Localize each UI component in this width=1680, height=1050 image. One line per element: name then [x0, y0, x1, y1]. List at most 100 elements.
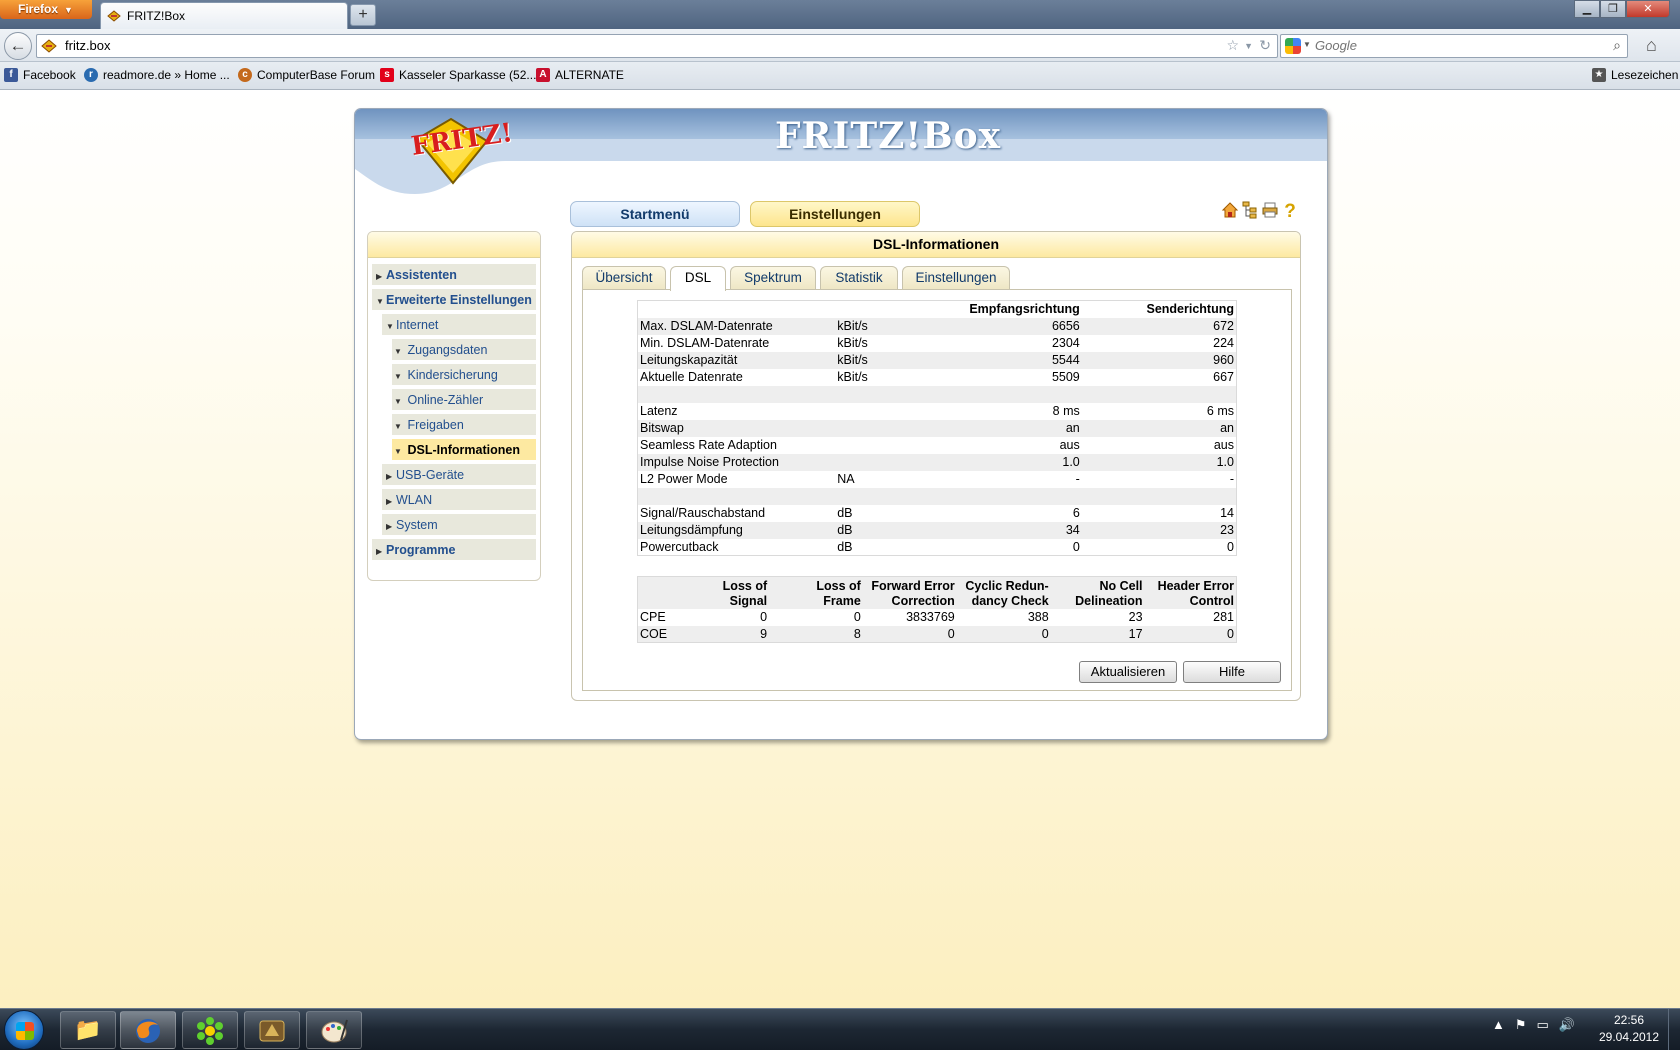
sidebar-header — [368, 232, 540, 258]
tab-statistik[interactable]: Statistik — [820, 266, 898, 290]
firefox-menu-button[interactable]: Firefox ▼ — [0, 0, 92, 19]
dsl-errors-table: Loss of Signal Loss of Frame Forward Error Co… — [637, 576, 1237, 643]
sidebar-item-erweiterte-einstellungen[interactable]: ▼ Erweiterte Einstellungen — [372, 289, 536, 312]
reload-icon[interactable]: ↻ — [1259, 37, 1271, 54]
sidebar-item-label: Kindersicherung — [407, 368, 498, 382]
sidebar-item-internet[interactable]: ▼ Internet — [382, 314, 536, 337]
tab-dsl[interactable]: DSL — [670, 266, 726, 291]
search-magnifier-icon[interactable]: ⌕ — [1613, 37, 1621, 54]
table-header-row: Empfangsrichtung Senderichtung — [638, 301, 1237, 318]
sidebar-item-online-zaehler[interactable]: ▼ Online-Zähler — [392, 389, 536, 412]
table-cell: 5544 — [944, 351, 1082, 369]
dsl-content: Empfangsrichtung Senderichtung Max. DSLA… — [582, 289, 1292, 654]
bookmark-star-icon[interactable]: ☆ — [1226, 37, 1239, 54]
table-row: Seamless Rate Adaption aus aus — [638, 437, 1237, 454]
bookmark-computerbase[interactable]: c ComputerBase Forum — [238, 68, 375, 82]
help-question-icon[interactable]: ? — [1281, 201, 1299, 223]
readmore-icon: r — [84, 68, 98, 82]
help-button[interactable]: Hilfe — [1183, 661, 1281, 683]
sitemap-icon[interactable] — [1241, 201, 1259, 223]
panel-footer: Aktualisieren Hilfe — [582, 653, 1292, 691]
table-cell: Max. DSLAM-Datenrate — [637, 317, 836, 335]
bookmark-facebook[interactable]: f Facebook — [4, 68, 76, 82]
history-dropdown-icon[interactable]: ▼ — [1244, 41, 1253, 51]
header-line: Control — [1189, 593, 1234, 608]
triangle-down-icon: ▼ — [376, 297, 384, 306]
tab-spektrum[interactable]: Spektrum — [730, 266, 816, 290]
sidebar-item-kindersicherung[interactable]: ▼ Kindersicherung — [392, 364, 536, 387]
sidebar-item-assistenten[interactable]: ▶ Assistenten — [372, 264, 536, 287]
table-cell: kBit/s — [837, 370, 868, 384]
table-cell: Impulse Noise Protection — [637, 453, 836, 471]
sidebar-item-usb-geraete[interactable]: ▶ USB-Geräte — [382, 464, 536, 487]
sidebar-item-dsl-informationen[interactable]: ▼ DSL-Informationen — [392, 439, 536, 462]
sidebar-item-system[interactable]: ▶ System — [382, 514, 536, 537]
search-bar[interactable]: ▼ ⌕ — [1280, 34, 1628, 58]
table-header-row: Loss of Signal Loss of Frame Forward Error Co… — [637, 576, 1237, 609]
header-line: Loss of — [722, 578, 768, 593]
clock[interactable]: 22:56 29.04.2012 — [1596, 1012, 1662, 1046]
table-cell: 34 — [944, 521, 1082, 539]
home-icon[interactable]: ⌂ — [1646, 35, 1657, 56]
table-header-cell — [835, 301, 945, 318]
refresh-button[interactable]: Aktualisieren — [1079, 661, 1177, 683]
table-cell — [835, 437, 945, 454]
dropdown-arrow-icon: ▼ — [64, 5, 73, 15]
game-taskbar-icon[interactable] — [244, 1011, 300, 1049]
network-icon[interactable]: ▭ — [1537, 1017, 1559, 1032]
google-engine-icon[interactable] — [1285, 38, 1301, 54]
explorer-taskbar-icon[interactable]: 📁 — [60, 1011, 116, 1049]
volume-icon[interactable]: 🔊 — [1559, 1017, 1585, 1032]
new-tab-button[interactable]: + — [350, 4, 376, 26]
bookmark-alternate[interactable]: A ALTERNATE — [536, 68, 624, 82]
url-bar[interactable]: ☆ ▼ ↻ — [36, 34, 1278, 58]
back-button[interactable]: ← — [4, 32, 32, 60]
bookmark-readmore[interactable]: r readmore.de » Home ... — [84, 68, 230, 82]
table-cell: dB — [837, 539, 853, 554]
bookmark-sparkasse[interactable]: s Kasseler Sparkasse (52... — [380, 68, 536, 82]
table-row: Leitungsdämpfung dB 34 23 — [637, 521, 1237, 539]
start-button[interactable] — [4, 1010, 44, 1050]
engine-dropdown-icon[interactable]: ▼ — [1303, 40, 1311, 49]
minimize-button[interactable]: ▁ — [1574, 0, 1600, 18]
sidebar-item-programme[interactable]: ▶ Programme — [372, 539, 536, 562]
table-cell: 0 — [853, 610, 861, 624]
table-cell: dB — [835, 521, 945, 539]
table-header-cell: Loss of Signal — [717, 576, 770, 609]
bookmarks-star-icon: ★ — [1592, 68, 1606, 82]
table-header-cell: Cyclic Redun-dancy Check — [956, 576, 1051, 609]
bookmarks-menu-button[interactable]: ★ Lesezeichen — [1592, 68, 1678, 82]
browser-tab-fritzbox[interactable]: FRITZ!Box — [100, 2, 348, 29]
search-input[interactable] — [1315, 38, 1585, 53]
table-row: Impulse Noise Protection 1.0 1.0 — [637, 453, 1237, 471]
firefox-taskbar-icon[interactable] — [120, 1011, 176, 1049]
icq-taskbar-icon[interactable] — [182, 1011, 238, 1049]
paint-taskbar-icon[interactable] — [306, 1011, 362, 1049]
fritz-logo: FRITZ! — [407, 115, 515, 187]
table-cell: - — [1075, 472, 1080, 486]
show-desktop-button[interactable] — [1668, 1009, 1680, 1050]
url-input[interactable] — [65, 38, 1165, 53]
maximize-button[interactable]: ❐ — [1600, 0, 1626, 18]
sidebar-item-label: Programme — [386, 543, 456, 557]
action-center-flag-icon[interactable]: ⚑ — [1515, 1017, 1537, 1032]
home-icon[interactable] — [1221, 201, 1239, 223]
printer-icon[interactable] — [1261, 201, 1279, 223]
sidebar-item-label: Freigaben — [407, 418, 464, 432]
close-window-button[interactable]: ✕ — [1626, 0, 1670, 18]
tab-uebersicht[interactable]: Übersicht — [582, 266, 666, 290]
sidebar-item-label: Online-Zähler — [407, 393, 484, 407]
show-hidden-icons-icon[interactable]: ▲ — [1492, 1017, 1515, 1032]
triangle-down-icon: ▼ — [394, 447, 402, 456]
tab-einstellungen[interactable]: Einstellungen — [902, 266, 1010, 290]
sidebar-item-zugangsdaten[interactable]: ▼ Zugangsdaten — [392, 339, 536, 362]
fritzbox-frame: FRITZ! FRITZ!Box Startmenü Einstellungen… — [354, 108, 1328, 740]
sidebar-item-wlan[interactable]: ▶ WLAN — [382, 489, 536, 512]
bookmark-label: ComputerBase Forum — [257, 68, 376, 82]
table-cell: 0 — [862, 625, 957, 643]
settings-button[interactable]: Einstellungen — [750, 201, 920, 227]
startmenu-button[interactable]: Startmenü — [570, 201, 740, 227]
table-row: COE 9 8 0 0 17 0 — [637, 625, 1237, 643]
table-cell: 224 — [1213, 336, 1234, 350]
sidebar-item-freigaben[interactable]: ▼ Freigaben — [392, 414, 536, 437]
